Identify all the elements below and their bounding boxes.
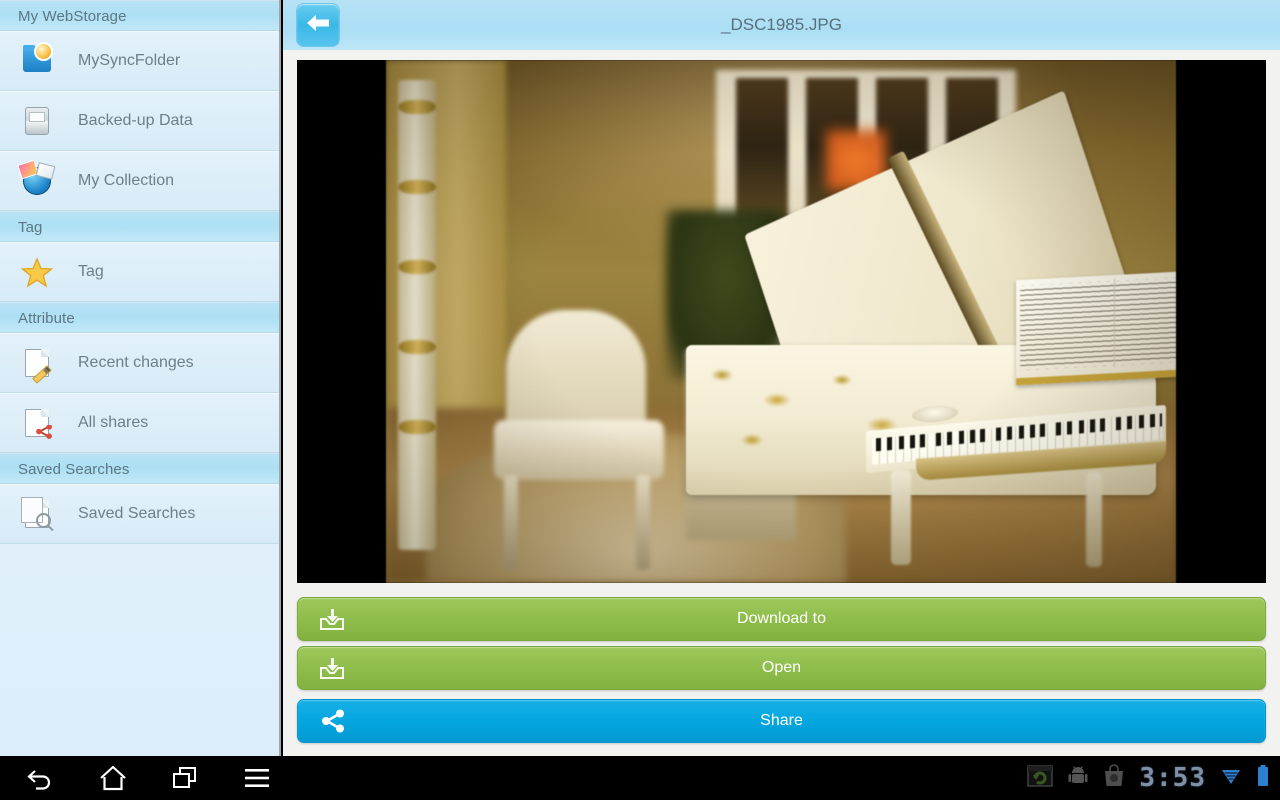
sidebar-item-saved-searches[interactable]: Saved Searches bbox=[0, 484, 279, 544]
play-store-bag-icon[interactable] bbox=[1103, 763, 1125, 793]
sidebar-section-attribute: Attribute bbox=[0, 302, 279, 333]
document-share-icon bbox=[16, 402, 58, 444]
screenshot-sync-icon[interactable] bbox=[1027, 764, 1054, 793]
content-area: Download to Open Share bbox=[283, 50, 1280, 756]
sidebar-item-mysyncfolder[interactable]: MySyncFolder bbox=[0, 31, 279, 91]
wifi-signal-icon[interactable] bbox=[1220, 765, 1242, 792]
back-button[interactable] bbox=[296, 3, 340, 47]
sidebar-item-label: Recent changes bbox=[78, 354, 194, 371]
image-viewer[interactable] bbox=[297, 60, 1266, 583]
sidebar-item-label: MySyncFolder bbox=[78, 52, 181, 69]
sidebar-item-recent-changes[interactable]: Recent changes bbox=[0, 333, 279, 393]
sidebar-item-label: My Collection bbox=[78, 172, 175, 189]
navigation-sidebar: My WebStorage MySyncFolder Backed-up Dat… bbox=[0, 0, 281, 756]
download-tray-icon bbox=[320, 647, 344, 689]
sidebar-item-label: Saved Searches bbox=[78, 505, 196, 522]
sidebar-item-backed-up-data[interactable]: Backed-up Data bbox=[0, 91, 279, 151]
sidebar-item-label: All shares bbox=[78, 414, 149, 431]
app-header: _DSC1985.JPG bbox=[283, 0, 1280, 50]
sync-folder-icon bbox=[16, 40, 58, 82]
recents-icon[interactable] bbox=[168, 761, 202, 795]
sidebar-section-tag: Tag bbox=[0, 211, 279, 242]
sidebar-item-tag[interactable]: Tag bbox=[0, 242, 279, 302]
document-pencil-icon bbox=[16, 342, 58, 384]
share-nodes-icon bbox=[320, 700, 346, 742]
download-to-button[interactable]: Download to bbox=[297, 597, 1266, 641]
sidebar-section-my-webstorage: My WebStorage bbox=[0, 0, 279, 31]
page-title: _DSC1985.JPG bbox=[721, 15, 842, 34]
sidebar-empty-space bbox=[0, 544, 279, 756]
back-icon[interactable] bbox=[24, 761, 58, 795]
sidebar-item-label: Tag bbox=[78, 263, 104, 280]
star-icon bbox=[16, 251, 58, 293]
home-icon[interactable] bbox=[96, 761, 130, 795]
sidebar-item-my-collection[interactable]: My Collection bbox=[0, 151, 279, 211]
open-button[interactable]: Open bbox=[297, 646, 1266, 690]
app-root: My WebStorage MySyncFolder Backed-up Dat… bbox=[0, 0, 1280, 800]
sidebar-item-all-shares[interactable]: All shares bbox=[0, 393, 279, 453]
android-robot-icon[interactable] bbox=[1067, 765, 1089, 792]
system-navigation-bar: 3:53 bbox=[0, 756, 1280, 800]
menu-icon[interactable] bbox=[240, 761, 274, 795]
button-label: Share bbox=[760, 712, 803, 729]
sidebar-item-label: Backed-up Data bbox=[78, 112, 193, 129]
share-button[interactable]: Share bbox=[297, 699, 1266, 743]
button-label: Download to bbox=[737, 610, 826, 627]
photo-image bbox=[386, 60, 1176, 583]
arrow-left-icon bbox=[305, 13, 331, 38]
backup-drive-icon bbox=[16, 100, 58, 142]
collection-globe-icon bbox=[16, 160, 58, 202]
sidebar-section-saved-searches: Saved Searches bbox=[0, 453, 279, 484]
button-label: Open bbox=[761, 659, 802, 676]
document-search-icon bbox=[16, 493, 58, 535]
status-clock: 3:53 bbox=[1139, 763, 1206, 793]
battery-icon[interactable] bbox=[1256, 764, 1270, 793]
download-tray-icon bbox=[320, 598, 344, 640]
